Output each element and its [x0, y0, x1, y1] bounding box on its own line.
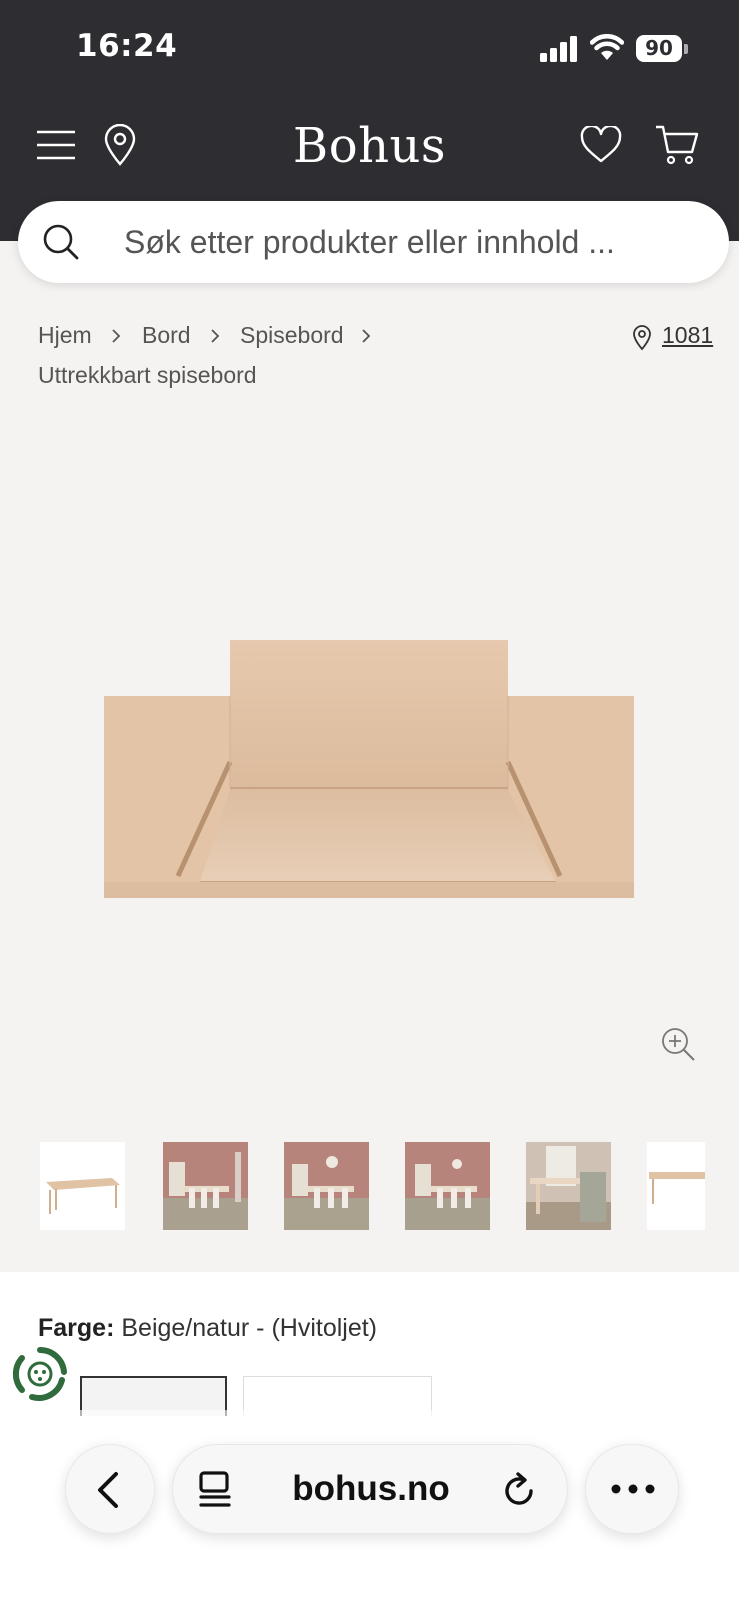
- product-image[interactable]: [104, 640, 634, 900]
- address-bar[interactable]: bohus.no: [172, 1444, 568, 1534]
- search-input[interactable]: [124, 201, 704, 283]
- thumbnail[interactable]: [647, 1142, 705, 1230]
- thumbnail-strip: [0, 1142, 739, 1232]
- thumbnail[interactable]: [284, 1142, 369, 1230]
- breadcrumb-spisebord[interactable]: Spisebord: [240, 322, 344, 349]
- thumbnail[interactable]: [405, 1142, 490, 1230]
- thumbnail[interactable]: [526, 1142, 611, 1230]
- selected-store-link[interactable]: 1081: [662, 322, 713, 349]
- breadcrumb-bord[interactable]: Bord: [142, 322, 191, 349]
- more-icon: [611, 1484, 655, 1494]
- color-value: Beige/natur - (Hvitoljet): [121, 1314, 378, 1342]
- status-time: 16:24: [76, 28, 178, 64]
- cart-icon[interactable]: [654, 124, 700, 166]
- status-bar: 16:24 90: [0, 0, 739, 96]
- chevron-right-icon: [362, 329, 371, 343]
- color-label: Farge:: [38, 1314, 115, 1342]
- breadcrumb-current: Uttrekkbart spisebord: [38, 362, 257, 388]
- search-icon: [43, 224, 79, 260]
- zoom-in-icon[interactable]: [661, 1027, 697, 1063]
- chevron-left-icon: [98, 1472, 118, 1508]
- reload-icon[interactable]: [501, 1471, 537, 1509]
- wifi-icon: [590, 34, 624, 60]
- heart-icon[interactable]: [580, 126, 622, 164]
- bohus-logo[interactable]: Bohus: [0, 118, 739, 174]
- eco-icon[interactable]: [12, 1346, 68, 1402]
- battery-level: 90: [645, 36, 673, 60]
- battery-indicator: 90: [636, 35, 688, 62]
- back-button[interactable]: [65, 1444, 155, 1534]
- signal-icon: [540, 36, 578, 62]
- search-bar[interactable]: [18, 201, 729, 283]
- thumbnail[interactable]: [40, 1142, 125, 1230]
- chevron-right-icon: [211, 329, 220, 343]
- chevron-right-icon: [112, 329, 121, 343]
- color-selector-label: Farge: Beige/natur - (Hvitoljet): [38, 1314, 377, 1343]
- breadcrumb-home[interactable]: Hjem: [38, 322, 92, 349]
- store-location-icon: [633, 325, 651, 351]
- more-button[interactable]: [585, 1444, 679, 1534]
- thumbnail[interactable]: [163, 1142, 248, 1230]
